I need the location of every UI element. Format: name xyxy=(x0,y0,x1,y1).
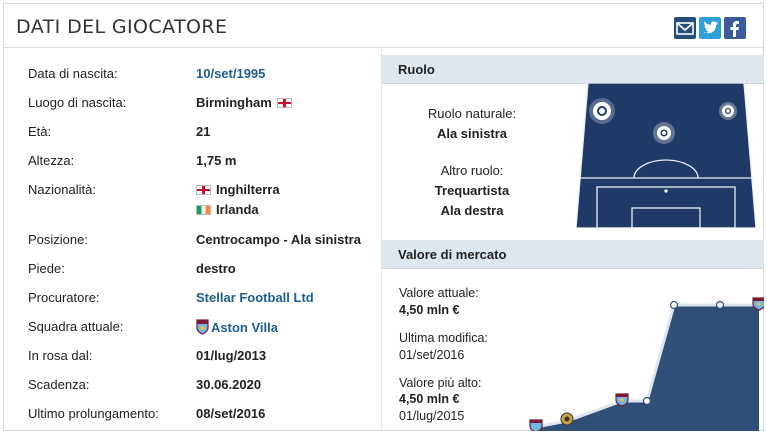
club-crest-marker[interactable] xyxy=(529,419,543,431)
detail-label: Luogo di nascita: xyxy=(28,95,127,110)
detail-row-birthdate: Data di nascita: 10/set/1995 xyxy=(28,64,373,86)
detail-value: 21 xyxy=(196,124,211,139)
chart-point[interactable] xyxy=(669,300,679,310)
market-value-heading: Valore di mercato xyxy=(398,247,507,262)
detail-row-nationality: Nazionalità: Inghilterra Irlanda xyxy=(28,180,373,224)
other-role-value-1: Trequartista xyxy=(434,183,510,198)
ireland-flag-icon xyxy=(196,205,211,215)
detail-label: Nazionalità: xyxy=(28,182,96,197)
detail-value: 30.06.2020 xyxy=(196,377,262,392)
detail-row-agent: Procuratore: Stellar Football Ltd xyxy=(28,288,373,310)
market-value-chart xyxy=(529,297,764,431)
nationality-1: Inghilterra xyxy=(216,182,280,197)
detail-label: In rosa dal: xyxy=(28,348,93,363)
birthplace-text: Birmingham xyxy=(196,95,272,110)
club-name: Aston Villa xyxy=(211,320,278,335)
detail-label: Età: xyxy=(28,124,52,139)
club-crest-marker[interactable] xyxy=(752,297,764,311)
current-value-label: Valore attuale: xyxy=(399,286,479,300)
detail-row-height: Altezza: 1,75 m xyxy=(28,151,373,173)
natural-role-value: Ala sinistra xyxy=(436,126,508,141)
market-value-panel-header: Valore di mercato xyxy=(382,240,764,269)
highest-value: 4,50 mln € xyxy=(399,392,460,406)
club-crest-marker[interactable] xyxy=(615,393,629,407)
facebook-icon[interactable] xyxy=(724,17,746,39)
other-role-value-2: Ala destra xyxy=(440,203,504,218)
nationality-2: Irlanda xyxy=(216,202,259,217)
chart-point[interactable] xyxy=(642,396,652,406)
twitter-icon[interactable] xyxy=(699,17,721,39)
current-club-link[interactable]: Aston Villa xyxy=(196,319,278,335)
detail-label: Scadenza: xyxy=(28,377,90,392)
last-change-label: Ultima modifica: xyxy=(399,331,488,345)
role-heading: Ruolo xyxy=(398,62,435,77)
other-role-label: Altro ruolo: xyxy=(440,163,504,178)
detail-value: Inghilterra xyxy=(196,182,280,197)
secondary-position-marker-right xyxy=(719,102,737,120)
england-flag-icon xyxy=(276,98,292,108)
detail-value: 1,75 m xyxy=(196,153,237,168)
natural-position-marker xyxy=(589,98,615,124)
title-bar: DATI DEL GIOCATORE xyxy=(4,4,763,48)
detail-row-birthplace: Luogo di nascita: Birmingham xyxy=(28,93,373,115)
secondary-position-marker-center xyxy=(653,122,675,144)
chart-point[interactable] xyxy=(715,300,725,310)
mail-icon[interactable] xyxy=(674,17,696,39)
last-change-date: 01/set/2016 xyxy=(399,348,465,362)
current-value: 4,50 mln € xyxy=(399,303,460,317)
detail-row-position: Posizione: Centrocampo - Ala sinistra xyxy=(28,230,373,252)
birthdate-link[interactable]: 10/set/1995 xyxy=(196,66,265,81)
detail-row-joined: In rosa dal: 01/lug/2013 xyxy=(28,346,373,368)
detail-row-current-club: Squadra attuale: Aston Villa xyxy=(28,317,373,339)
detail-row-foot: Piede: destro xyxy=(28,259,373,281)
agent-link[interactable]: Stellar Football Ltd xyxy=(196,290,314,305)
detail-row-age: Età: 21 xyxy=(28,122,373,144)
detail-value: Centrocampo - Ala sinistra xyxy=(196,232,361,247)
club-crest-icon xyxy=(196,319,209,335)
detail-value: Birmingham xyxy=(196,95,292,110)
detail-value-2: Irlanda xyxy=(196,202,259,217)
position-pitch-diagram xyxy=(576,83,756,228)
detail-label: Squadra attuale: xyxy=(28,319,124,334)
detail-label: Piede: xyxy=(28,261,65,276)
highest-value-date: 01/lug/2015 xyxy=(399,409,465,423)
natural-role-label: Ruolo naturale: xyxy=(427,106,517,121)
detail-value: 01/lug/2013 xyxy=(196,348,267,363)
player-details: Data di nascita: 10/set/1995 Luogo di na… xyxy=(4,48,381,431)
right-column: Ruolo Ruolo naturale: Ala sinistra Altro… xyxy=(381,48,764,431)
highest-value-label: Valore più alto: xyxy=(399,376,482,390)
detail-label: Procuratore: xyxy=(28,290,100,305)
detail-label: Altezza: xyxy=(28,153,75,168)
detail-row-last-extension: Ultimo prolungamento: 08/set/2016 xyxy=(28,404,373,426)
role-panel-header: Ruolo xyxy=(382,55,764,84)
detail-value: destro xyxy=(196,261,236,276)
england-flag-icon xyxy=(196,185,211,195)
detail-row-contract-expiry: Scadenza: 30.06.2020 xyxy=(28,375,373,397)
player-data-card: DATI DEL GIOCATORE Data di nascita: 10/s… xyxy=(3,3,764,431)
detail-label: Posizione: xyxy=(28,232,88,247)
detail-value: 08/set/2016 xyxy=(196,406,266,421)
page-title: DATI DEL GIOCATORE xyxy=(16,16,228,38)
detail-label: Ultimo prolungamento: xyxy=(28,406,159,421)
detail-label: Data di nascita: xyxy=(28,66,118,81)
former-club-crest-marker[interactable] xyxy=(560,412,574,426)
